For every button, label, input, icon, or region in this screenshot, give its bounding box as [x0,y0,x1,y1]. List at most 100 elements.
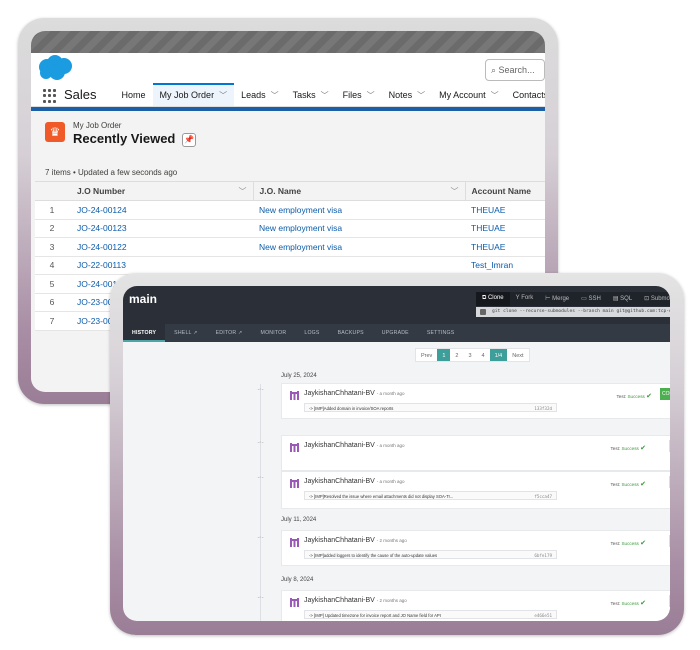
nav-tab-tasks[interactable]: Tasks ﹀ [286,83,336,106]
branch-header: main ⧉ Clone Y Fork ⊢ Merge ▭ SSH ▤ SQL … [123,286,670,324]
commit-message[interactable]: -> [IMP]Added domain in invoice/SOA repo… [304,403,557,412]
sql-button[interactable]: ▤ SQL [607,292,638,306]
test-status: Test: Success ✔ [610,445,646,452]
nav-tab-files[interactable]: Files ﹀ [336,83,382,106]
jo-number-link[interactable]: JO-24-00123 [69,219,253,238]
branch-tabs: HISTORY SHELL ↗ EDITOR ↗ MONITOR LOGS BA… [123,324,670,342]
avatar [290,538,299,547]
global-search-input[interactable]: ⌕ Search... [485,59,545,81]
date-group-label: July 25, 2024 [281,373,317,379]
tab-settings[interactable]: SETTINGS [418,324,464,342]
commit-node-icon: -◦- [257,535,264,541]
list-view-selector[interactable]: Recently Viewed ▼ [73,131,190,146]
chevron-down-icon[interactable]: ﹀ [491,90,499,106]
commit-author[interactable]: JaykishanChhatani-BV - 2 months ago [304,597,407,604]
jo-name-link[interactable] [253,256,465,275]
jo-number-link[interactable]: JO-22-00113 [69,256,253,275]
odoo-sh-window: main ⧉ Clone Y Fork ⊢ Merge ▭ SSH ▤ SQL … [123,286,670,621]
connect-button[interactable] [669,476,670,488]
tab-editor[interactable]: EDITOR ↗ [207,324,252,342]
jo-number-link[interactable]: JO-24-00124 [69,200,253,220]
pager-range: 1/4 [489,349,508,361]
global-header: ⌕ Search... [31,53,545,83]
table-row: 2 JO-24-00123 New employment visa THEUAE [35,219,545,238]
pin-list-view-button[interactable]: 📌 [182,133,196,147]
chevron-down-icon[interactable]: ﹀ [219,90,227,106]
commit-sha[interactable]: 6bfe179 [534,553,552,558]
ssh-button[interactable]: ▭ SSH [575,292,607,306]
chevron-down-icon[interactable]: ﹀ [417,90,425,106]
fork-button[interactable]: Y Fork [510,292,540,306]
pager-next[interactable]: Next [507,349,528,361]
connect-button[interactable] [669,535,670,547]
app-launcher-icon[interactable] [43,89,56,103]
nav-tab-notes[interactable]: Notes ﹀ [382,83,433,106]
row-number-header [35,181,69,201]
commit-card: JaykishanChhatani-BV - a month ago -> [I… [281,383,670,419]
commit-sha[interactable]: f5cca47 [534,494,552,499]
nav-tab-my-job-order[interactable]: My Job Order ﹀ [152,83,235,106]
tab-upgrade[interactable]: UPGRADE [373,324,418,342]
commit-card: JaykishanChhatani-BV - 2 months ago -> [… [281,530,670,566]
connect-button[interactable]: CONNECT [660,388,670,400]
clone-command-field[interactable]: git clone --recurse-submodules --branch … [476,307,670,317]
column-header-jo-number[interactable]: J.O Number ﹀ [69,181,253,201]
chevron-down-icon[interactable]: ﹀ [321,90,329,106]
tab-shell[interactable]: SHELL ↗ [165,324,206,342]
commit-author[interactable]: JaykishanChhatani-BV - a month ago [304,390,405,397]
column-header-account-name[interactable]: Account Name [464,181,545,201]
pager-page-4[interactable]: 4 [477,349,490,361]
commit-author[interactable]: JaykishanChhatani-BV - a month ago [304,442,405,449]
tab-history[interactable]: HISTORY [123,324,166,342]
table-row: 1 JO-24-00124 New employment visa THEUAE [35,200,545,220]
connect-button[interactable] [669,595,670,607]
check-icon: ✔ [640,600,646,607]
commit-card: JaykishanChhatani-BV - a month ago Test:… [281,435,670,471]
chevron-down-icon[interactable]: ﹀ [239,186,247,197]
tab-backups[interactable]: BACKUPS [329,324,373,342]
account-name-link[interactable]: THEUAE [465,200,545,220]
check-icon: ✔ [646,393,652,400]
jo-name-link[interactable]: New employment visa [253,237,465,257]
jo-number-link[interactable]: JO-24-00122 [69,237,253,257]
merge-button[interactable]: ⊢ Merge [539,292,575,306]
commit-author[interactable]: JaykishanChhatani-BV - 2 months ago [304,537,407,544]
external-link-icon: ↗ [238,330,243,336]
nav-tab-home[interactable]: Home [115,83,153,106]
chevron-down-icon[interactable]: ﹀ [451,186,459,197]
test-status: Test: Success ✔ [610,540,646,547]
jo-name-link[interactable]: New employment visa [253,200,465,220]
commit-sha[interactable]: 133f32d [534,406,552,411]
pagination: Prev 1 2 3 4 1/4 Next [415,348,530,362]
chevron-down-icon[interactable]: ﹀ [271,90,279,106]
date-group-label: July 8, 2024 [281,577,314,583]
commit-message[interactable]: -> [IMP] Updated timezone for invoice re… [304,610,557,619]
pager-prev[interactable]: Prev [416,349,437,361]
pin-icon: 📌 [184,135,194,144]
commit-message[interactable]: -> [IMP]added loggers to identify the ca… [304,550,557,559]
submodule-button[interactable]: ⊡ Submodule [638,292,670,306]
commit-author[interactable]: JaykishanChhatani-BV - a month ago [304,478,405,485]
external-link-icon: ↗ [193,330,198,336]
pager-page-3[interactable]: 3 [463,349,476,361]
clone-button[interactable]: ⧉ Clone [476,292,510,306]
pager-page-1[interactable]: 1 [437,349,451,361]
nav-tab-leads[interactable]: Leads ﹀ [234,83,286,106]
salesforce-logo-icon [39,55,72,80]
column-header-jo-name[interactable]: J.O. Name ﹀ [252,181,465,201]
pager-page-2[interactable]: 2 [450,349,463,361]
tab-monitor[interactable]: MONITOR [252,324,296,342]
account-name-link[interactable]: Test_Imran [465,256,545,275]
jo-name-link[interactable]: New employment visa [253,219,465,238]
nav-tab-contacts[interactable]: Contacts [506,83,545,106]
commit-message[interactable]: -> [IMP]Resolved the issue where email a… [304,491,557,500]
tab-logs[interactable]: LOGS [295,324,328,342]
account-name-link[interactable]: THEUAE [465,219,545,238]
account-name-link[interactable]: THEUAE [465,237,545,257]
commit-sha[interactable]: e466e51 [534,613,552,618]
connect-button[interactable] [669,440,670,452]
copy-icon[interactable] [480,309,486,315]
chevron-down-icon[interactable]: ﹀ [367,90,375,106]
nav-tab-my-account[interactable]: My Account ﹀ [432,83,506,106]
submodule-icon: ⊡ [644,296,651,302]
